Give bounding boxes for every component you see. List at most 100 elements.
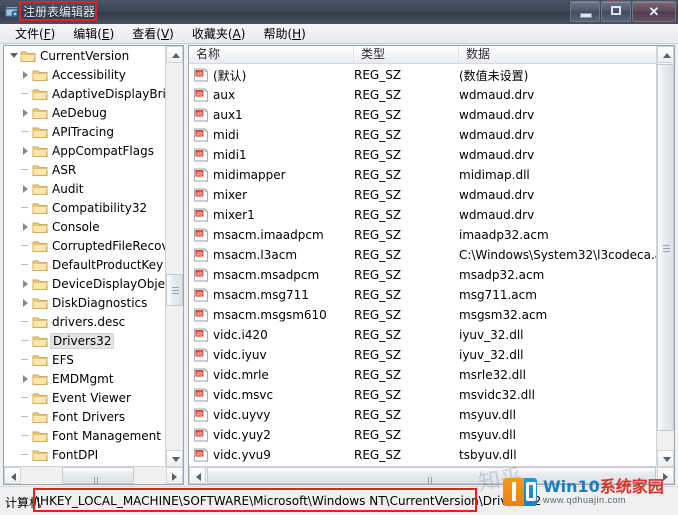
tree-node-drivers-desc[interactable]: drivers.desc [4, 312, 167, 331]
value-name: msacm.imaadpcm [213, 228, 354, 242]
tree-node-font-drivers[interactable]: Font Drivers [4, 407, 167, 426]
tree-node-audit[interactable]: Audit [4, 179, 167, 198]
menu-item-2[interactable]: 编辑(E) [64, 24, 123, 43]
string-value-icon: ab [193, 208, 209, 222]
tree-line-icon [20, 312, 32, 331]
value-row[interactable]: abmidi1REG_SZwdmaud.drv [189, 145, 658, 165]
minimize-button[interactable] [570, 1, 600, 22]
expander-collapsed-icon[interactable] [20, 141, 32, 160]
value-name: vidc.yvu9 [213, 448, 354, 462]
string-value-icon: ab [193, 328, 209, 342]
tree-node-apitracing[interactable]: APITracing [4, 122, 167, 141]
value-row[interactable]: abvidc.uyvyREG_SZmsyuv.dll [189, 405, 658, 425]
value-row[interactable]: abmidiREG_SZwdmaud.drv [189, 125, 658, 145]
value-row[interactable]: abmsacm.msadpcmREG_SZmsadp32.acm [189, 265, 658, 285]
tree-node-fontdpi[interactable]: FontDPI [4, 445, 167, 464]
tree-node-compatibility32[interactable]: Compatibility32 [4, 198, 167, 217]
column-header-type[interactable]: 类型 [354, 46, 459, 63]
tree-node-label: Font Drivers [52, 410, 125, 424]
value-row[interactable]: abmsacm.msg711REG_SZmsg711.acm [189, 285, 658, 305]
menu-item-1[interactable]: 文件(F) [6, 24, 64, 43]
value-name: vidc.i420 [213, 328, 354, 342]
tree-scroll-left-button[interactable] [4, 467, 21, 484]
tree-hscroll-thumb[interactable] [62, 467, 134, 484]
list-horizontal-scrollbar[interactable] [189, 466, 674, 484]
expander-collapsed-icon[interactable] [20, 217, 32, 236]
value-row[interactable]: abmidimapperREG_SZmidimap.dll [189, 165, 658, 185]
list-scroll-thumb[interactable] [657, 64, 674, 431]
value-row[interactable]: abvidc.yvu9REG_SZtsbyuv.dll [189, 445, 658, 465]
expander-collapsed-icon[interactable] [20, 65, 32, 84]
tree-node-currentversion[interactable]: CurrentVersion [4, 46, 167, 65]
value-row[interactable]: abmsacm.l3acmREG_SZC:\Windows\System32\l… [189, 245, 658, 265]
expander-collapsed-icon[interactable] [20, 103, 32, 122]
list-scroll-down-button[interactable] [657, 450, 674, 467]
value-type: REG_SZ [354, 428, 459, 442]
tree-node-devicedisplayobjects[interactable]: DeviceDisplayObjects [4, 274, 167, 293]
tree-scroll-thumb[interactable] [166, 274, 183, 306]
menu-item-4[interactable]: 收藏夹(A) [183, 24, 255, 43]
value-row[interactable]: abaux1REG_SZwdmaud.drv [189, 105, 658, 125]
tree-node-console[interactable]: Console [4, 217, 167, 236]
value-data: msgsm32.acm [459, 308, 658, 322]
value-type: REG_SZ [354, 88, 459, 102]
scroll-grip-icon [428, 473, 436, 480]
value-row[interactable]: ab(默认)REG_SZ(数值未设置) [189, 65, 658, 85]
value-row[interactable]: abmixerREG_SZwdmaud.drv [189, 185, 658, 205]
list-scroll-right-button[interactable] [657, 467, 674, 484]
expander-collapsed-icon[interactable] [20, 274, 32, 293]
tree-scroll-right-button[interactable] [166, 467, 183, 484]
svg-text:ab: ab [196, 451, 202, 457]
value-row[interactable]: abvidc.i420REG_SZiyuv_32.dll [189, 325, 658, 345]
tree-scroll-down-button[interactable] [166, 450, 183, 467]
tree-vertical-scrollbar[interactable] [165, 46, 183, 467]
maximize-button[interactable] [601, 1, 631, 22]
tree-node-accessibility[interactable]: Accessibility [4, 65, 167, 84]
expander-collapsed-icon[interactable] [20, 369, 32, 388]
tree-node-drivers32[interactable]: Drivers32 [4, 331, 167, 350]
expander-collapsed-icon[interactable] [20, 179, 32, 198]
list-hscroll-thumb[interactable] [207, 467, 656, 484]
value-row[interactable]: abvidc.yuy2REG_SZmsyuv.dll [189, 425, 658, 445]
registry-values-list[interactable]: ab(默认)REG_SZ(数值未设置)abauxREG_SZwdmaud.drv… [189, 65, 658, 467]
value-row[interactable]: abvidc.mrleREG_SZmsrle32.dll [189, 365, 658, 385]
tree-node-asr[interactable]: ASR [4, 160, 167, 179]
window-title: 注册表编辑器 [23, 3, 95, 20]
tree-node-emdmgmt[interactable]: EMDMgmt [4, 369, 167, 388]
tree-node-corruptedfilerecovery[interactable]: CorruptedFileRecovery [4, 236, 167, 255]
close-button[interactable]: ✕ [632, 1, 676, 22]
registry-tree[interactable]: CurrentVersionAccessibilityAdaptiveDispl… [4, 46, 167, 467]
tree-line-icon [20, 122, 32, 141]
tree-node-diskdiagnostics[interactable]: DiskDiagnostics [4, 293, 167, 312]
value-row[interactable]: abmsacm.imaadpcmREG_SZimaadp32.acm [189, 225, 658, 245]
list-vertical-scrollbar[interactable] [656, 46, 674, 467]
tree-node-aedebug[interactable]: AeDebug [4, 103, 167, 122]
folder-icon [32, 277, 48, 291]
menu-item-5[interactable]: 帮助(H) [254, 24, 314, 43]
value-type: REG_SZ [354, 448, 459, 462]
column-header-data[interactable]: 数据 [459, 46, 658, 63]
tree-node-event-viewer[interactable]: Event Viewer [4, 388, 167, 407]
value-row[interactable]: abmixer1REG_SZwdmaud.drv [189, 205, 658, 225]
value-row[interactable]: abvidc.msvcREG_SZmsvidc32.dll [189, 385, 658, 405]
tree-scroll-up-button[interactable] [166, 46, 183, 63]
value-row[interactable]: abauxREG_SZwdmaud.drv [189, 85, 658, 105]
tree-line-icon [20, 255, 32, 274]
tree-node-font-management[interactable]: Font Management [4, 426, 167, 445]
tree-node-defaultproductkey[interactable]: DefaultProductKey [4, 255, 167, 274]
chevron-up-icon [172, 53, 180, 58]
menu-item-3[interactable]: 查看(V) [123, 24, 183, 43]
tree-node-adaptivedisplaybrightne[interactable]: AdaptiveDisplayBrightne [4, 84, 167, 103]
expander-collapsed-icon[interactable] [20, 293, 32, 312]
list-scroll-left-button[interactable] [189, 467, 206, 484]
tree-horizontal-scrollbar[interactable] [4, 466, 183, 484]
value-row[interactable]: abmsacm.msgsm610REG_SZmsgsm32.acm [189, 305, 658, 325]
folder-icon [32, 125, 48, 139]
tree-node-appcompatflags[interactable]: AppCompatFlags [4, 141, 167, 160]
svg-text:ab: ab [196, 391, 202, 397]
expander-open-icon[interactable] [8, 46, 20, 65]
value-row[interactable]: abvidc.iyuvREG_SZiyuv_32.dll [189, 345, 658, 365]
column-header-name[interactable]: 名称 [189, 46, 354, 63]
tree-node-efs[interactable]: EFS [4, 350, 167, 369]
list-scroll-up-button[interactable] [657, 46, 674, 63]
